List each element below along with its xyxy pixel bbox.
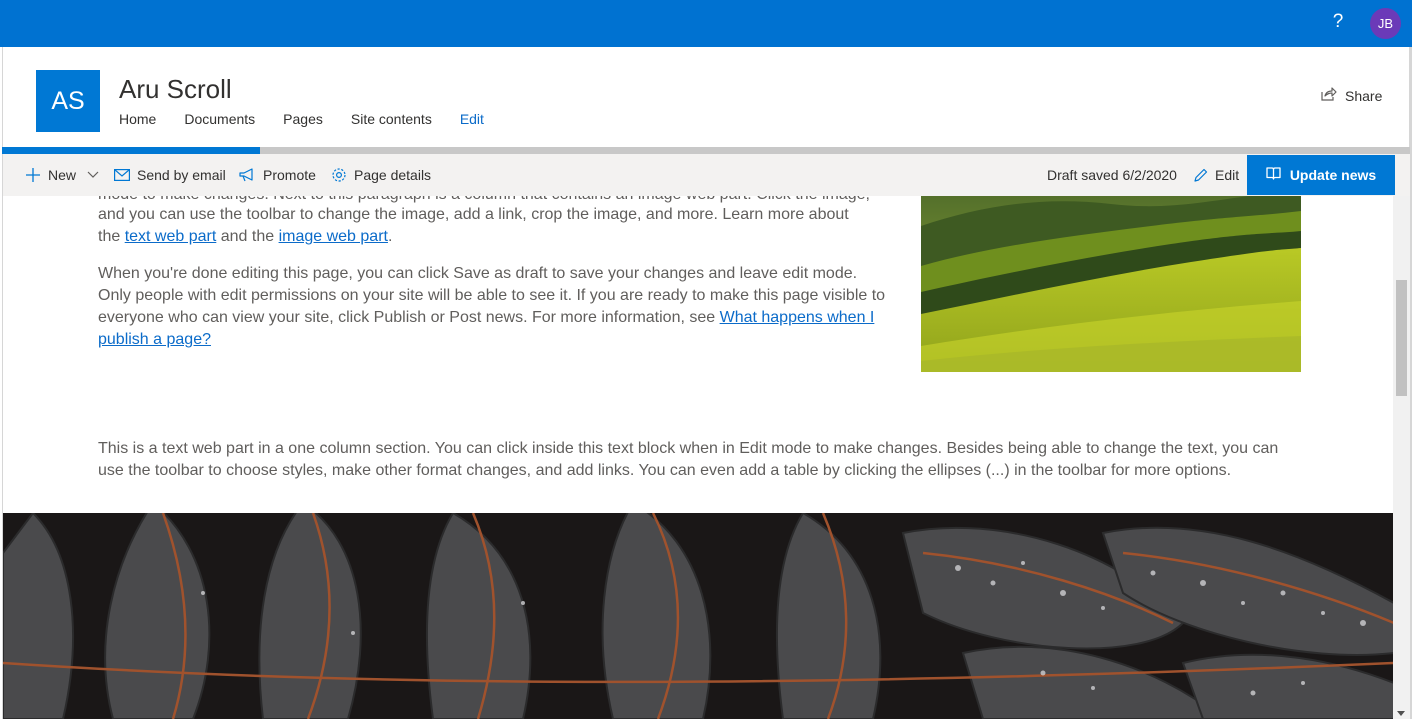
- hills-image[interactable]: [921, 196, 1301, 372]
- mail-icon: [114, 169, 130, 181]
- text-web-part-one-column[interactable]: This is a text web part in a one column …: [98, 438, 1288, 482]
- progress-fill: [2, 147, 260, 154]
- update-news-label: Update news: [1289, 167, 1377, 183]
- text-web-part-intro[interactable]: and you can use the toolbar to change th…: [98, 204, 898, 248]
- book-icon: [1266, 167, 1281, 183]
- page-canvas: mode to make changes. Next to this parag…: [2, 196, 1393, 719]
- intro-prefix: the: [98, 228, 125, 245]
- site-logo[interactable]: AS: [36, 70, 100, 132]
- intro-suffix: .: [387, 228, 393, 245]
- intro-line: and you can use the toolbar to change th…: [98, 206, 849, 223]
- megaphone-icon: [239, 168, 256, 182]
- share-label: Share: [1345, 87, 1383, 104]
- promote-label: Promote: [263, 167, 316, 183]
- nav-link-site-contents[interactable]: Site contents: [351, 111, 432, 127]
- leaves-image[interactable]: [3, 513, 1393, 719]
- scrollbar-thumb[interactable]: [1396, 280, 1407, 396]
- edit-button[interactable]: Edit: [1193, 154, 1239, 196]
- send-by-email-button[interactable]: Send by email: [114, 154, 226, 196]
- send-by-email-label: Send by email: [137, 167, 226, 183]
- nav-link-home[interactable]: Home: [119, 111, 156, 127]
- site-header: AS Aru Scroll Home Documents Pages Site …: [2, 47, 1410, 147]
- suite-bar: ? JB: [0, 0, 1412, 47]
- site-title[interactable]: Aru Scroll: [119, 74, 232, 105]
- nav-link-pages[interactable]: Pages: [283, 111, 323, 127]
- text-web-part-link[interactable]: text web part: [125, 228, 217, 245]
- command-bar: New Send by email Promote Page details D…: [2, 154, 1410, 196]
- edit-label: Edit: [1215, 167, 1240, 183]
- pencil-icon: [1193, 168, 1208, 183]
- question-icon[interactable]: ?: [1326, 10, 1350, 34]
- intro-mid: and the: [216, 228, 279, 245]
- scroll-down-arrow-icon[interactable]: [1397, 711, 1405, 716]
- page-scrollbar[interactable]: [1393, 196, 1410, 719]
- page-details-button[interactable]: Page details: [331, 154, 431, 196]
- new-button[interactable]: New: [25, 154, 99, 196]
- nav-link-edit[interactable]: Edit: [460, 111, 484, 127]
- avatar[interactable]: JB: [1370, 8, 1401, 39]
- chevron-down-icon[interactable]: [87, 171, 99, 179]
- site-nav: Home Documents Pages Site contents Edit: [119, 111, 512, 127]
- share-icon: [1321, 87, 1337, 104]
- share-button[interactable]: Share: [1321, 87, 1382, 104]
- plus-icon: [25, 167, 41, 183]
- progress-track: [2, 147, 1410, 154]
- update-news-button[interactable]: Update news: [1247, 155, 1395, 195]
- new-label: New: [48, 167, 77, 183]
- nav-link-documents[interactable]: Documents: [184, 111, 255, 127]
- text-web-part-publish[interactable]: When you're done editing this page, you …: [98, 263, 888, 351]
- draft-status: Draft saved 6/2/2020: [1047, 167, 1177, 183]
- image-web-part-link[interactable]: image web part: [279, 228, 388, 245]
- promote-button[interactable]: Promote: [239, 154, 316, 196]
- gear-icon: [331, 167, 347, 183]
- page-details-label: Page details: [354, 167, 432, 183]
